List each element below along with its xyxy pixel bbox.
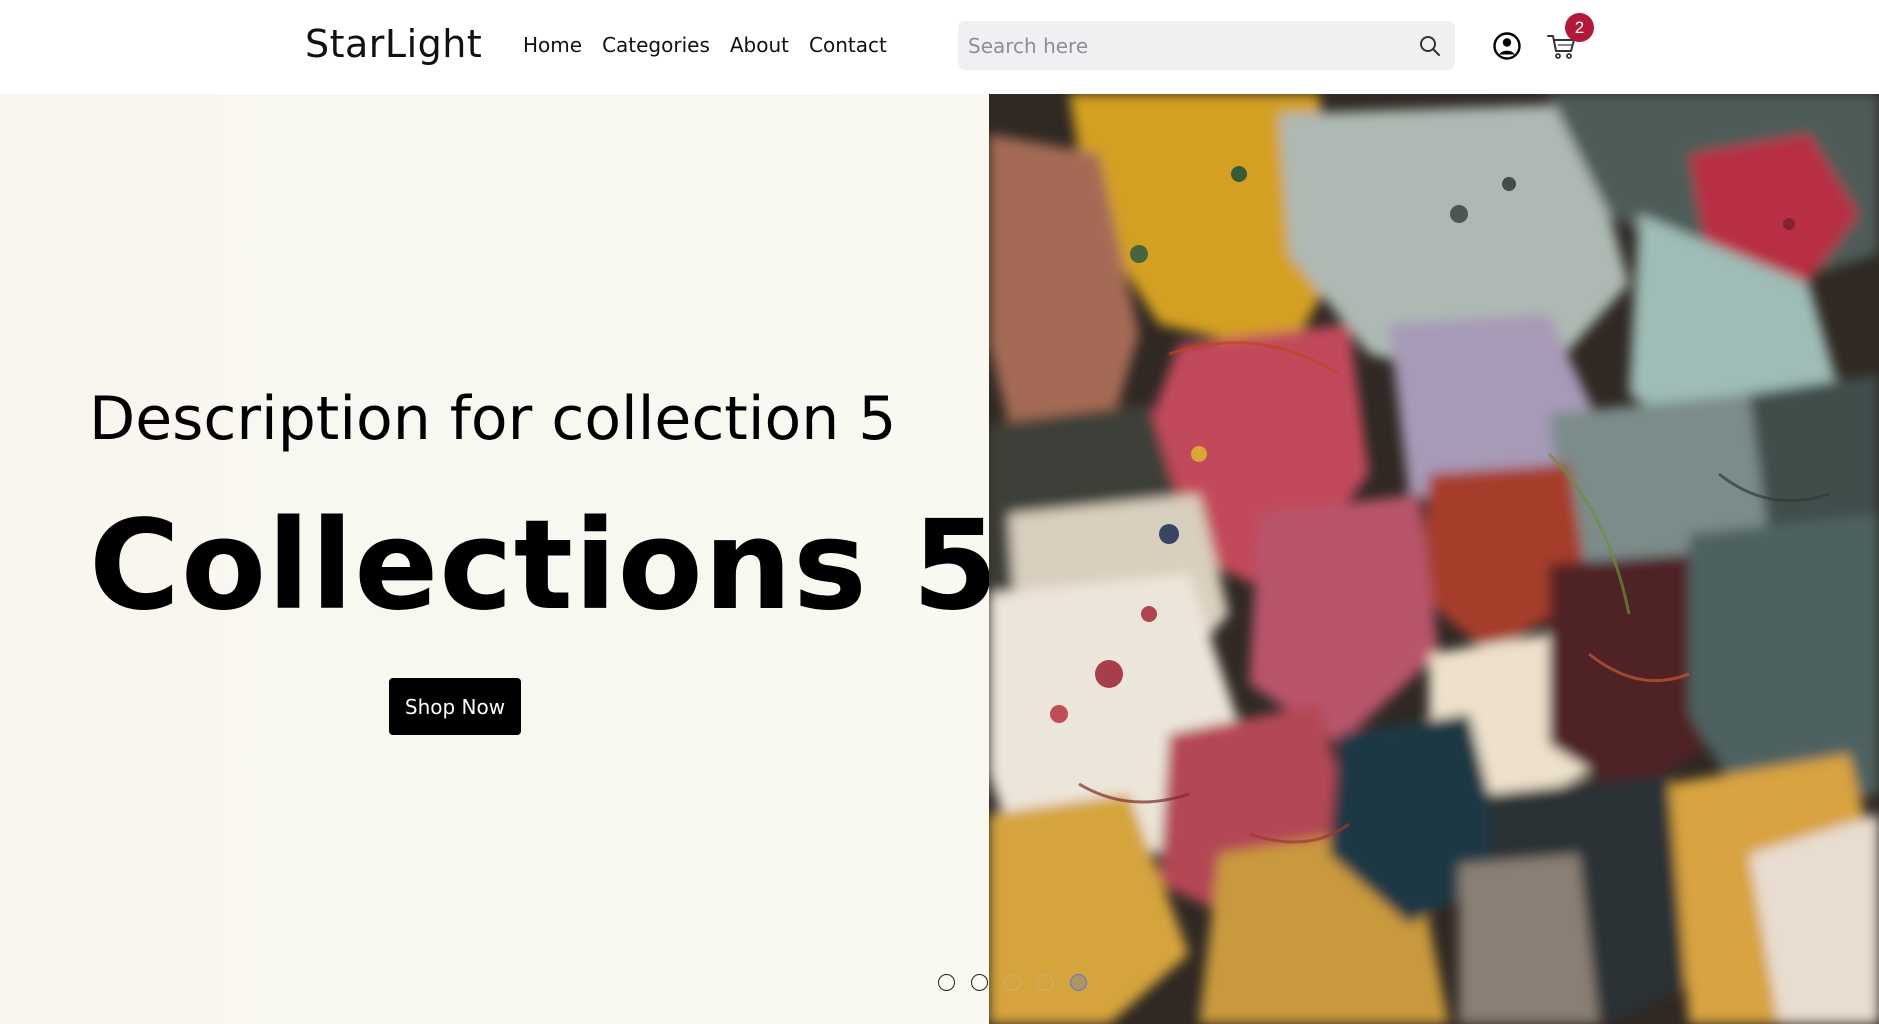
site-header: StarLight Home Categories About Contact: [0, 0, 1879, 94]
hero-text-panel: Description for collection 5 Collections…: [0, 94, 998, 1024]
cart-count-badge: 2: [1565, 13, 1594, 42]
carousel-dot-4[interactable]: [1037, 974, 1054, 991]
shop-now-button[interactable]: Shop Now: [389, 678, 521, 735]
nav-contact[interactable]: Contact: [809, 33, 887, 57]
nav-categories[interactable]: Categories: [602, 33, 710, 57]
carousel-dot-3[interactable]: [1004, 974, 1021, 991]
site-logo[interactable]: StarLight: [305, 22, 482, 66]
hero-carousel: Description for collection 5 Collections…: [0, 94, 1879, 1024]
carousel-indicators: [938, 974, 1087, 991]
carousel-dot-2[interactable]: [971, 974, 988, 991]
hero-description: Description for collection 5: [89, 384, 897, 454]
search-bar: [958, 21, 1455, 70]
user-circle-icon[interactable]: [1492, 31, 1522, 61]
fabric-pile-image: [989, 94, 1879, 1024]
search-input[interactable]: [968, 21, 1408, 70]
carousel-dot-5[interactable]: [1070, 974, 1087, 991]
nav-about[interactable]: About: [730, 33, 789, 57]
carousel-dot-1[interactable]: [938, 974, 955, 991]
hero-title: Collections 5: [89, 494, 1000, 638]
nav-home[interactable]: Home: [523, 33, 582, 57]
main-nav: Home Categories About Contact: [523, 33, 907, 57]
search-icon[interactable]: [1417, 33, 1443, 59]
hero-image: [989, 94, 1879, 1024]
